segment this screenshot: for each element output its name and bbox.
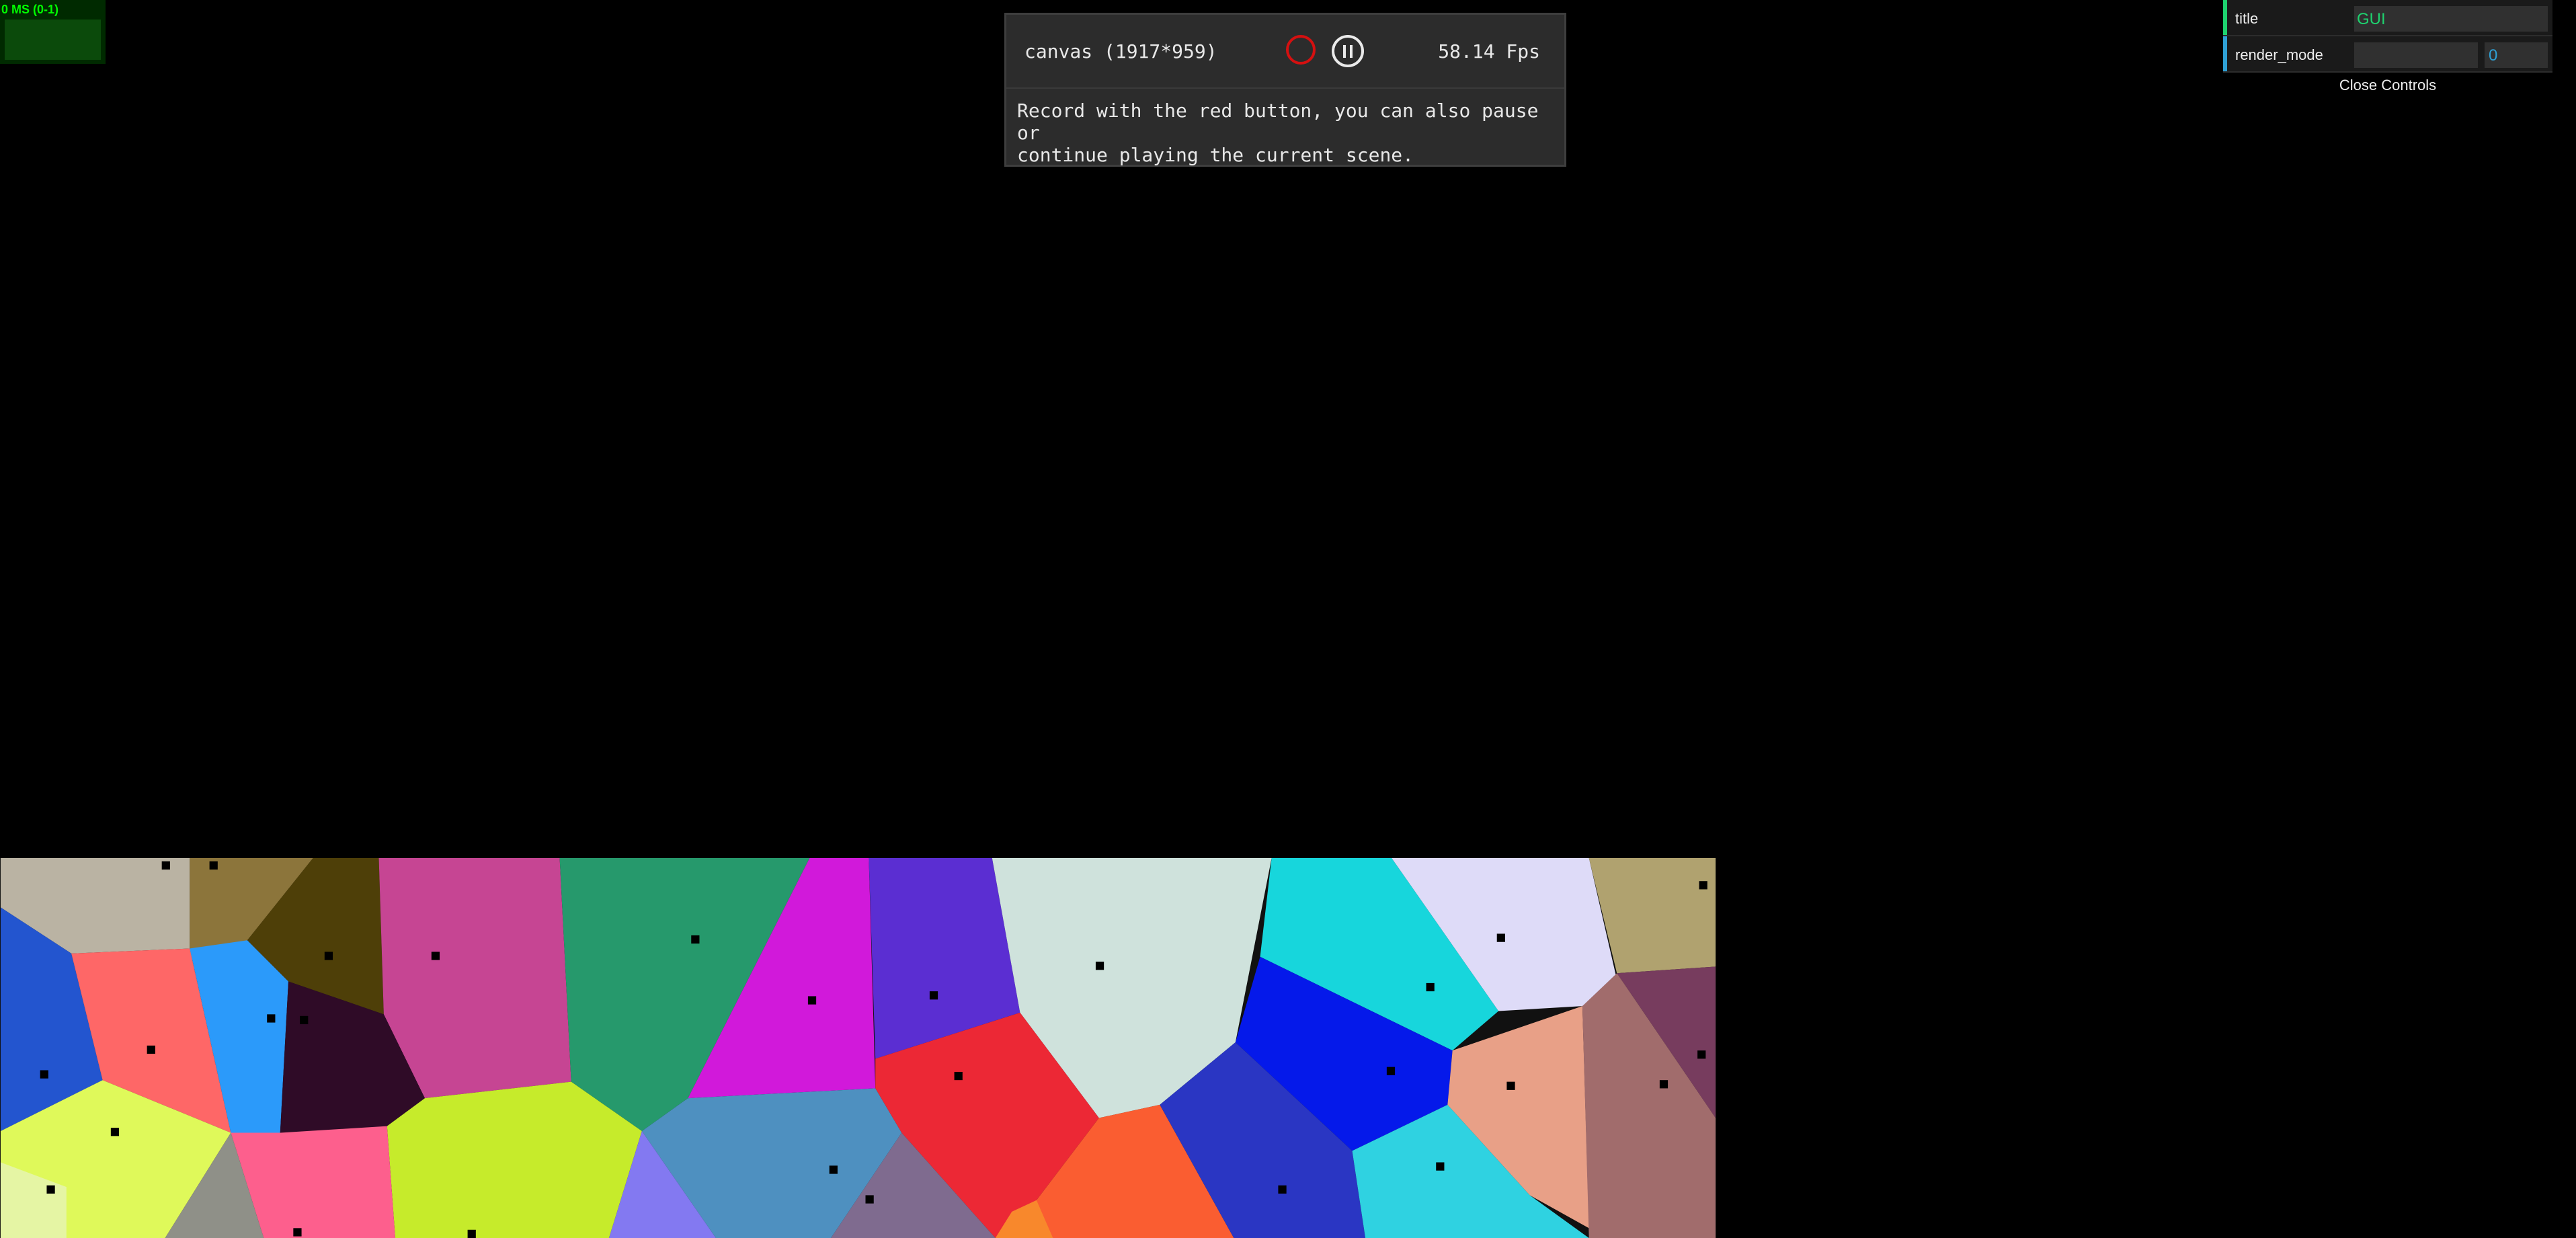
voronoi-site [431,952,440,960]
gui-row-render-mode: render_mode 0 [2223,36,2552,73]
voronoi-site [1436,1162,1445,1171]
recorder-toolbar: canvas (1917*959) 58.14 Fps [1006,15,1564,89]
voronoi-site [324,952,333,960]
gui-row-accent [2223,0,2227,35]
voronoi-site [929,991,938,1000]
voronoi-cell [387,1081,642,1238]
pause-icon-bar-left [1343,45,1346,58]
canvas-size-label: canvas (1917*959) [1024,40,1217,63]
voronoi-site [1496,933,1505,942]
gui-row-accent [2223,36,2227,71]
voronoi-site [467,1229,476,1238]
voronoi-site [1697,1050,1706,1059]
voronoi-site [161,861,170,870]
title-input[interactable]: GUI [2354,6,2548,32]
voronoi-site [300,1015,309,1025]
render-mode-number-input[interactable]: 0 [2485,42,2548,68]
pause-button[interactable] [1332,35,1364,67]
gui-row-title: title GUI [2223,0,2552,36]
voronoi-diagram [0,858,1716,1238]
voronoi-cells [0,858,1716,1238]
voronoi-site [267,1014,276,1023]
record-button[interactable] [1286,35,1316,65]
recorder-panel: canvas (1917*959) 58.14 Fps Record with … [1004,13,1566,167]
stats-graph [5,20,101,60]
stats-label: 0 MS (0-1) [1,3,59,16]
recorder-message: Record with the red button, you can also… [1017,100,1539,166]
voronoi-site [209,861,218,870]
voronoi-site [46,1185,55,1194]
voronoi-site [1699,881,1707,890]
render-mode-slider[interactable] [2354,42,2478,68]
voronoi-site [1095,962,1104,970]
voronoi-site [954,1071,963,1081]
gui-panel: title GUI render_mode 0 Close Controls [2223,0,2552,98]
voronoi-site [807,996,817,1005]
fps-counter: 58.14 Fps [1438,40,1540,63]
voronoi-cell [378,858,571,1099]
stats-meter[interactable]: 0 MS (0-1) [0,0,106,64]
voronoi-site [691,935,700,944]
voronoi-site [829,1165,838,1174]
voronoi-site [1426,982,1435,992]
voronoi-site [110,1128,120,1136]
voronoi-site [1386,1067,1396,1075]
voronoi-site [1659,1080,1668,1089]
voronoi-site [1506,1081,1515,1090]
render-canvas[interactable] [0,858,1716,1238]
gui-property-name: render_mode [2235,46,2323,63]
voronoi-site [293,1228,302,1237]
voronoi-site [865,1195,874,1204]
close-controls-button[interactable]: Close Controls [2223,73,2552,98]
pause-icon-bar-right [1350,45,1353,58]
voronoi-site [40,1070,48,1079]
voronoi-site [1278,1185,1287,1194]
voronoi-site [147,1045,155,1054]
gui-property-name: title [2235,10,2259,27]
